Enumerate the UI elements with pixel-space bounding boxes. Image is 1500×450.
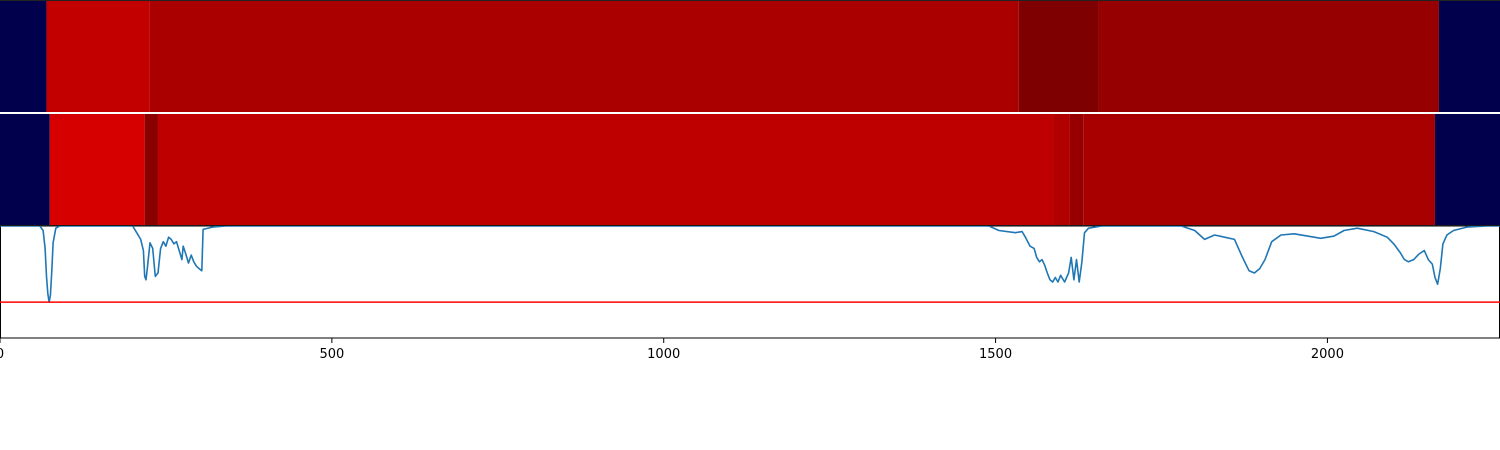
x-tick-label: 0 bbox=[0, 347, 4, 362]
heatmap-row-2-segment-4 bbox=[157, 114, 1054, 225]
heatmap-row-2-segment-1 bbox=[0, 114, 50, 225]
heatmap-row-1-segment-3 bbox=[149, 1, 1019, 112]
x-tick-label: 1500 bbox=[979, 347, 1012, 362]
heatmap-row-2-segment-7 bbox=[1083, 114, 1435, 225]
x-tick-label: 500 bbox=[319, 347, 344, 362]
heatmap-panels bbox=[0, 0, 1500, 225]
x-axis: 0 500 1000 1500 2000 bbox=[0, 338, 1344, 362]
heatmap-row-2-segment-2 bbox=[49, 114, 145, 225]
heatmap-row-2-segment-5 bbox=[1053, 114, 1070, 225]
heatmap-row-2-segment-3 bbox=[144, 114, 158, 225]
chart-figure: 0 500 1000 1500 2000 bbox=[0, 0, 1500, 362]
line-plot-background bbox=[0, 225, 1500, 339]
panel-top-border bbox=[0, 0, 1500, 1]
x-tick-label: 1000 bbox=[647, 347, 680, 362]
heatmap-row-2-segment-8 bbox=[1434, 114, 1500, 225]
heatmap-row-1-segment-4 bbox=[1018, 1, 1099, 112]
heatmap-row-1-segment-1 bbox=[0, 1, 47, 112]
heatmap-row-1-segment-2 bbox=[46, 1, 150, 112]
heatmap-row-2-segment-6 bbox=[1069, 114, 1084, 225]
panel-separator bbox=[0, 112, 1500, 114]
line-plot-axes bbox=[0, 225, 1500, 339]
x-tick-label: 2000 bbox=[1311, 347, 1344, 362]
heatmap-row-1-segment-6 bbox=[1438, 1, 1500, 112]
panel-divider bbox=[0, 225, 1500, 226]
heatmap-row-1-segment-5 bbox=[1098, 1, 1439, 112]
